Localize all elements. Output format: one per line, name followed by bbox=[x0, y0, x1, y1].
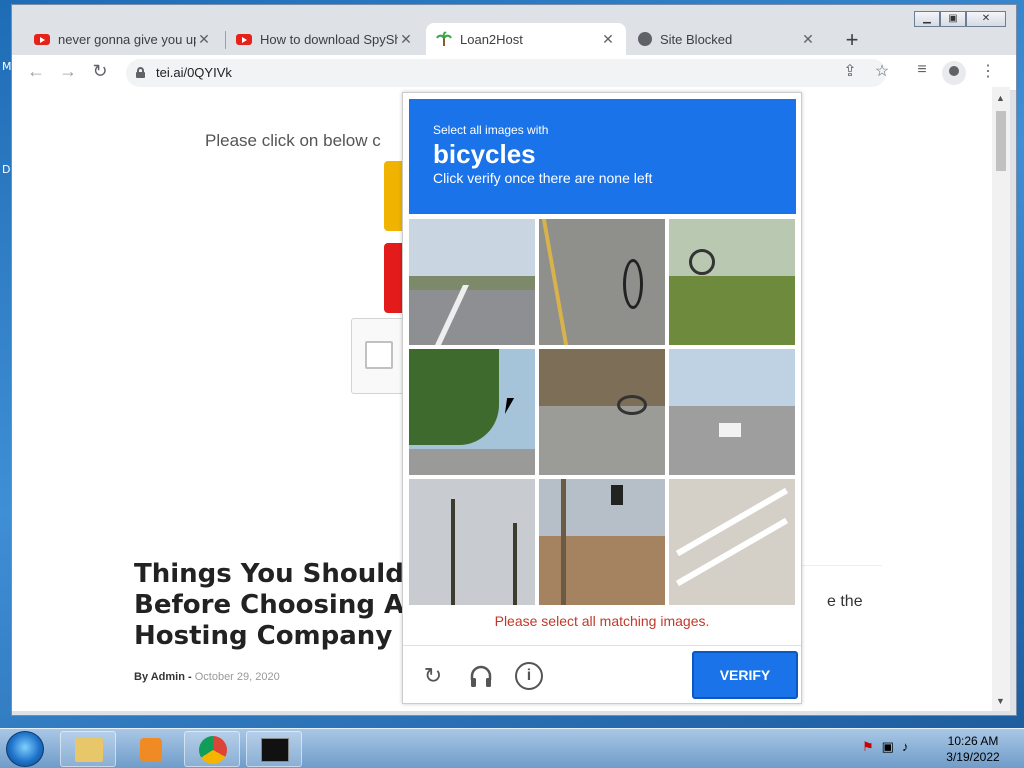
tab-close-icon[interactable]: ✕ bbox=[398, 31, 414, 48]
article-title[interactable]: Things You Should Before Choosing A Host… bbox=[134, 559, 414, 652]
browser-toolbar: ← → ↻ tei.ai/0QYIVk ⇪ ☆ ≡ ⋮ bbox=[12, 55, 1016, 91]
page-prompt-text: Please click on below c bbox=[205, 131, 381, 150]
audio-headphones-icon[interactable] bbox=[467, 662, 495, 690]
profile-avatar-icon[interactable] bbox=[942, 61, 966, 85]
tab-close-icon[interactable]: ✕ bbox=[800, 31, 816, 48]
verify-button[interactable]: VERIFY bbox=[692, 651, 798, 699]
bookmark-star-icon[interactable]: ☆ bbox=[870, 61, 894, 81]
new-tab-button[interactable]: + bbox=[840, 27, 864, 53]
byline-author[interactable]: By Admin - bbox=[134, 671, 192, 683]
menu-kebab-icon[interactable]: ⋮ bbox=[976, 61, 1000, 81]
page-scrollbar[interactable]: ▲ ▼ bbox=[992, 87, 1010, 711]
captcha-keyword: bicycles bbox=[433, 139, 536, 169]
article-title-line: Things You Should bbox=[134, 559, 404, 589]
tab-loan2host[interactable]: Loan2Host ✕ bbox=[426, 23, 626, 55]
tab-title: How to download SpyShe bbox=[260, 31, 398, 47]
taskbar-chrome[interactable] bbox=[184, 731, 240, 767]
captcha-tile-8[interactable] bbox=[539, 479, 665, 605]
captcha-footer: ↻ i VERIFY bbox=[403, 645, 801, 705]
reload-icon[interactable]: ↻ bbox=[419, 662, 447, 690]
tab-close-icon[interactable]: ✕ bbox=[600, 31, 616, 48]
info-icon[interactable]: i bbox=[515, 662, 543, 690]
byline-date: October 29, 2020 bbox=[194, 671, 280, 683]
captcha-subinstruction: Click verify once there are none left bbox=[433, 170, 653, 186]
reload-icon[interactable]: ↻ bbox=[88, 61, 112, 82]
action-center-icon[interactable]: ⚑ bbox=[862, 739, 874, 755]
volume-icon[interactable]: ♪ bbox=[902, 739, 909, 755]
sidebar-text-fragment: e the bbox=[827, 593, 863, 610]
tab-spyshelter[interactable]: How to download SpyShe ✕ bbox=[226, 23, 424, 55]
taskbar: ⚑ ▣ ♪ 10:26 AM 3/19/2022 bbox=[0, 728, 1024, 768]
article-title-line: Before Choosing A bbox=[134, 590, 405, 620]
scroll-down-icon[interactable]: ▼ bbox=[996, 696, 1005, 706]
scroll-up-icon[interactable]: ▲ bbox=[996, 93, 1005, 103]
desktop-label-d: D bbox=[2, 163, 11, 176]
clock-date: 3/19/2022 bbox=[946, 750, 1000, 764]
terminal-icon bbox=[261, 738, 289, 762]
clock[interactable]: 10:26 AM 3/19/2022 bbox=[936, 733, 1010, 765]
start-button[interactable] bbox=[6, 731, 44, 767]
tab-close-icon[interactable]: ✕ bbox=[196, 31, 212, 48]
taskbar-media-player[interactable] bbox=[122, 731, 178, 767]
captcha-dialog: Select all images with bicycles Click ve… bbox=[402, 92, 802, 704]
url-text[interactable]: tei.ai/0QYIVk bbox=[156, 65, 232, 80]
tab-title: Loan2Host bbox=[460, 31, 523, 47]
tab-site-blocked[interactable]: Site Blocked ✕ bbox=[628, 23, 826, 55]
taskbar-command-prompt[interactable] bbox=[246, 731, 302, 767]
reading-list-icon[interactable]: ≡ bbox=[910, 61, 934, 79]
lock-icon bbox=[136, 67, 145, 78]
chrome-icon bbox=[199, 736, 227, 764]
tab-title: never gonna give you up bbox=[58, 31, 196, 47]
taskbar-explorer[interactable] bbox=[60, 731, 116, 767]
media-player-icon bbox=[140, 738, 162, 762]
captcha-tile-4[interactable] bbox=[409, 349, 535, 475]
tab-never-gonna-give-you-up[interactable]: never gonna give you up ✕ bbox=[24, 23, 222, 55]
captcha-tile-1[interactable] bbox=[409, 219, 535, 345]
clock-time: 10:26 AM bbox=[947, 734, 999, 748]
system-tray: ⚑ ▣ ♪ bbox=[862, 739, 908, 755]
tab-strip: never gonna give you up ✕ How to downloa… bbox=[12, 19, 1016, 55]
captcha-tile-9[interactable] bbox=[669, 479, 795, 605]
network-icon[interactable]: ▣ bbox=[882, 739, 894, 755]
captcha-tile-2[interactable] bbox=[539, 219, 665, 345]
back-arrow-icon[interactable]: ← bbox=[24, 61, 48, 82]
captcha-instruction: Select all images with bbox=[433, 123, 549, 137]
address-bar[interactable]: tei.ai/0QYIVk bbox=[126, 59, 886, 87]
article-byline: By Admin - October 29, 2020 bbox=[134, 671, 280, 683]
article-title-line: Hosting Company bbox=[134, 621, 393, 651]
forward-arrow-icon[interactable]: → bbox=[56, 61, 80, 82]
captcha-tile-5[interactable] bbox=[539, 349, 665, 475]
captcha-image-grid bbox=[409, 219, 797, 607]
palm-icon bbox=[436, 31, 452, 46]
recaptcha-checkbox[interactable] bbox=[365, 341, 393, 369]
scroll-thumb[interactable] bbox=[996, 111, 1006, 171]
captcha-tile-3[interactable] bbox=[669, 219, 795, 345]
share-icon[interactable]: ⇪ bbox=[838, 61, 862, 81]
youtube-icon bbox=[236, 33, 252, 45]
captcha-error-message: Please select all matching images. bbox=[494, 613, 710, 629]
captcha-header: Select all images with bicycles Click ve… bbox=[409, 99, 796, 214]
captcha-tile-7[interactable] bbox=[409, 479, 535, 605]
folder-icon bbox=[75, 738, 103, 762]
youtube-icon bbox=[34, 33, 50, 45]
tab-title: Site Blocked bbox=[660, 31, 733, 47]
captcha-tile-6[interactable] bbox=[669, 349, 795, 475]
globe-icon bbox=[638, 32, 652, 46]
